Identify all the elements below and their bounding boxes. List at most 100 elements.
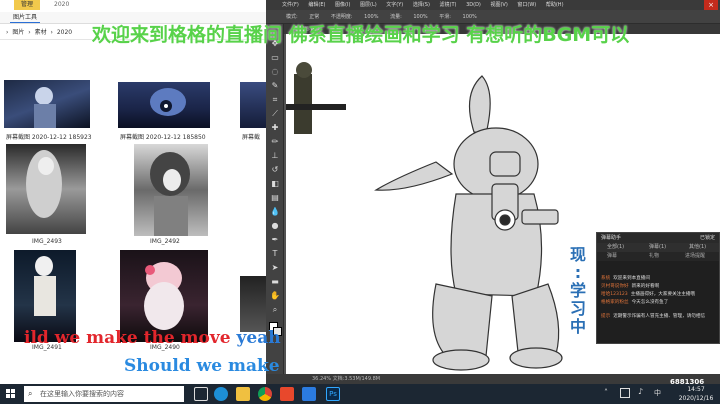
menu-item[interactable]: 窗口(W)	[517, 2, 536, 8]
quick-select-icon[interactable]: ✎	[269, 80, 281, 91]
thumbnail-image	[26, 150, 62, 218]
brush-icon[interactable]: ✏	[269, 136, 281, 147]
menu-item[interactable]: 选择(S)	[413, 2, 430, 8]
chat-title: 弹幕助手	[601, 235, 622, 241]
chat-text: 近期警示诈骗有人冒充主播、管理，请勿相信	[613, 314, 706, 319]
network-icon[interactable]	[620, 388, 630, 398]
file-thumbnail[interactable]	[134, 144, 208, 236]
overlay-char: 现	[569, 245, 586, 264]
file-caption: 屏幕截	[242, 134, 261, 141]
chat-username[interactable]: 哈哈123123	[601, 292, 628, 297]
close-icon[interactable]: ×	[704, 0, 718, 10]
chat-message: 哈哈123123 主播画得好，大家要关注主播哦	[597, 291, 719, 299]
screen: 管理 2020 图片工具 › 图片 › 素材 › 2020 屏幕截图 2020-…	[0, 0, 720, 404]
file-caption: 屏幕截图 2020-12-12 185923	[6, 134, 92, 141]
pen-icon[interactable]: ✒	[269, 234, 281, 245]
chrome-icon[interactable]	[258, 387, 272, 401]
chat-tab[interactable]: 全部(1)	[607, 243, 624, 252]
breadcrumb-item[interactable]: 素材	[35, 29, 47, 36]
search-placeholder: 在这里输入你要搜索的内容	[40, 390, 124, 398]
task-view-icon[interactable]	[194, 387, 208, 401]
spot-heal-icon[interactable]: ✚	[269, 122, 281, 133]
zoom-icon[interactable]: ⌕	[269, 304, 281, 315]
windows-start-button[interactable]	[0, 384, 22, 404]
chat-text: 新来的好看啊	[631, 284, 660, 289]
dodge-icon[interactable]: ●	[269, 220, 281, 231]
gradient-icon[interactable]: ▤	[269, 192, 281, 203]
chat-message: 格格家的粉丝 今天怎么没有鱼了	[597, 299, 719, 307]
edge-browser-icon[interactable]	[214, 387, 228, 401]
search-icon: ⌕	[28, 389, 33, 398]
menu-item[interactable]: 文字(Y)	[386, 2, 403, 8]
chevron-right-icon: ›	[28, 29, 31, 36]
blur-icon[interactable]: 💧	[269, 206, 281, 217]
thumbnail-image	[150, 152, 190, 236]
overlay-char: 中	[569, 317, 586, 336]
breadcrumb-item[interactable]: 2020	[57, 29, 72, 36]
eyedropper-icon[interactable]: ⟋	[269, 108, 281, 119]
volume-icon[interactable]: ♪	[638, 387, 643, 396]
stream-welcome-banner: 欢迎来到格格的直播间 佛系直播绘画和学习 有想听的BGM可以	[92, 24, 630, 46]
lasso-icon[interactable]: ◌	[269, 66, 281, 77]
chat-tab[interactable]: 弹幕(1)	[649, 243, 666, 252]
input-method-icon[interactable]: 中	[654, 388, 661, 398]
menu-item[interactable]: 编辑(E)	[308, 2, 325, 8]
media-app-icon[interactable]	[280, 387, 294, 401]
chat-username[interactable]: 提示	[601, 314, 610, 319]
taskbar: ⌕ 在这里输入你要搜索的内容 Ps ˄ ♪ 中 14:57 2020/12/16	[0, 384, 720, 404]
chat-username[interactable]: 格格家的粉丝	[601, 300, 629, 305]
chat-text: 主播画得好，大家要关注主播哦	[630, 292, 696, 297]
file-thumbnail[interactable]	[118, 82, 210, 128]
chat-message: 贝村哥说你好 新来的好看啊	[597, 283, 719, 291]
eraser-icon[interactable]: ◧	[269, 178, 281, 189]
app-icon[interactable]	[302, 387, 316, 401]
file-thumbnail[interactable]	[6, 144, 86, 234]
lock-status[interactable]: 已锁定	[700, 233, 715, 243]
file-explorer-icon[interactable]	[236, 387, 250, 401]
chevron-right-icon: ›	[6, 29, 9, 36]
menu-item[interactable]: 帮助(H)	[546, 2, 564, 8]
type-icon[interactable]: T	[269, 248, 281, 259]
overlay-char: :	[574, 263, 582, 282]
overlay-char: 学	[569, 281, 586, 300]
chat-tabs: 全部(1) 弹幕(1) 其他(1)	[597, 243, 719, 252]
danmaku-chat-panel: 弹幕助手 已锁定 全部(1) 弹幕(1) 其他(1) 弹幕 礼物 进场提醒 系统…	[596, 232, 720, 344]
chat-username[interactable]: 贝村哥说你好	[601, 284, 629, 289]
chat-tab[interactable]: 其他(1)	[689, 243, 706, 252]
crop-icon[interactable]: ⌗	[269, 94, 281, 105]
menu-item[interactable]: 图像(I)	[335, 2, 350, 8]
file-thumbnail[interactable]	[240, 276, 266, 332]
menu-item[interactable]: 3D(D)	[466, 2, 481, 8]
menu-item[interactable]: 图层(L)	[360, 2, 377, 8]
menu-item[interactable]: 视图(V)	[490, 2, 507, 8]
menu-bar: 文件(F) 编辑(E) 图像(I) 图层(L) 文字(Y) 选择(S) 滤镜(T…	[266, 0, 720, 10]
menu-item[interactable]: 滤镜(T)	[440, 2, 457, 8]
path-select-icon[interactable]: ➤	[269, 262, 281, 273]
ribbon-tab-manage[interactable]: 管理	[14, 0, 40, 10]
system-clock[interactable]: 14:57 2020/12/16	[674, 385, 718, 403]
ribbon-tab-picture-tools[interactable]: 图片工具	[10, 13, 40, 23]
status-text: 36.24% 文档:3.53M/149.8M	[312, 376, 381, 382]
marquee-icon[interactable]: ▭	[269, 52, 281, 63]
explorer-titlebar: 管理 2020	[0, 0, 266, 12]
stamp-icon[interactable]: ⊥	[269, 150, 281, 161]
chat-subtab[interactable]: 进场提醒	[685, 252, 705, 261]
hand-icon[interactable]: ✋	[269, 290, 281, 301]
lyric-line-next: Should we make	[124, 356, 280, 376]
history-brush-icon[interactable]: ↺	[269, 164, 281, 175]
shape-icon[interactable]: ▬	[269, 276, 281, 287]
status-overlay-studying: 现 : 学 习 中	[568, 246, 588, 336]
file-thumbnail[interactable]	[240, 82, 266, 128]
lyric-text: ild we make the move	[24, 328, 237, 348]
file-thumbnail[interactable]	[4, 80, 90, 128]
taskbar-search-input[interactable]: ⌕ 在这里输入你要搜索的内容	[24, 386, 184, 402]
photoshop-icon[interactable]: Ps	[326, 387, 340, 401]
chat-header: 弹幕助手 已锁定	[597, 233, 719, 243]
breadcrumb-item[interactable]: 图片	[12, 29, 24, 36]
stream-room-id: 6881306	[670, 378, 705, 386]
chat-subtab[interactable]: 弹幕	[607, 252, 617, 261]
chevron-up-icon[interactable]: ˄	[604, 388, 608, 397]
chat-subtab[interactable]: 礼物	[649, 252, 659, 261]
menu-item[interactable]: 文件(F)	[282, 2, 299, 8]
chat-username[interactable]: 系统	[601, 276, 610, 281]
